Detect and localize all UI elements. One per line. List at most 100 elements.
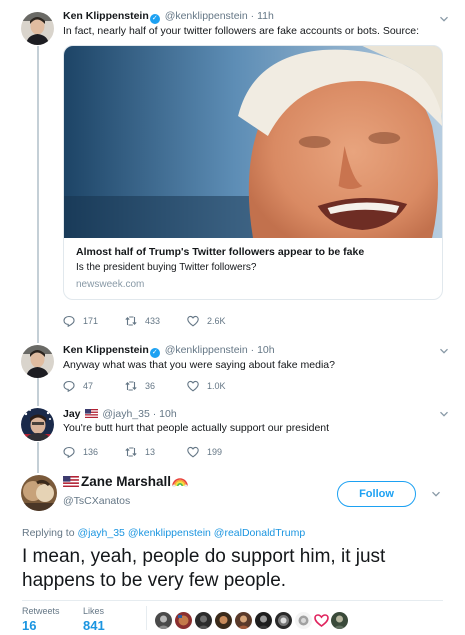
retweets-label: Retweets xyxy=(22,606,60,616)
retweet-count: 433 xyxy=(145,316,161,326)
card-title: Almost half of Trump's Twitter followers… xyxy=(76,246,365,258)
tweet-text: In fact, nearly half of your twitter fol… xyxy=(63,25,420,37)
card-description: Is the president buying Twitter follower… xyxy=(76,262,257,273)
author-handle[interactable]: @kenklippenstein xyxy=(165,10,248,22)
author-handle[interactable]: @jayh_35 xyxy=(102,408,149,420)
tweet-actions: 171 433 2.6K xyxy=(63,315,249,327)
tweet-text: Anyway what was that you were saying abo… xyxy=(63,359,335,371)
likes-stat[interactable]: Likes 841 xyxy=(83,606,105,634)
liker-avatar[interactable] xyxy=(215,612,232,629)
chevron-down-icon[interactable] xyxy=(439,409,449,419)
rainbow-icon xyxy=(172,478,188,488)
follow-button[interactable]: Follow xyxy=(337,481,416,507)
like-count: 2.6K xyxy=(207,316,226,326)
chevron-down-icon[interactable] xyxy=(439,346,449,356)
tweet-actions: 136 13 199 xyxy=(63,446,249,458)
likes-count: 841 xyxy=(83,618,105,633)
like-action[interactable]: 199 xyxy=(187,446,249,458)
verified-badge-icon: ✓ xyxy=(149,348,160,358)
thread-line xyxy=(37,378,39,406)
retweet-icon xyxy=(125,316,137,326)
liker-avatar[interactable] xyxy=(295,612,312,629)
separator: · xyxy=(149,408,160,420)
liker-avatar[interactable] xyxy=(155,612,172,629)
mention-link[interactable]: @jayh_35 xyxy=(77,527,124,539)
retweet-count: 36 xyxy=(145,381,156,391)
verified-badge-icon: ✓ xyxy=(149,14,160,24)
likes-label: Likes xyxy=(83,606,105,616)
avatar[interactable] xyxy=(21,475,57,511)
thread-line xyxy=(37,442,39,473)
liker-avatar[interactable] xyxy=(175,612,192,629)
retweet-action[interactable]: 13 xyxy=(125,446,187,458)
reply-count: 171 xyxy=(83,316,99,326)
author-name[interactable]: Jay xyxy=(63,408,81,420)
reply-action[interactable]: 47 xyxy=(63,380,125,392)
reply-action[interactable]: 136 xyxy=(63,446,125,458)
tweet-text: I mean, yeah, people do support him, it … xyxy=(22,546,386,591)
author-name[interactable]: Ken Klippenstein xyxy=(63,10,149,22)
liker-avatar[interactable] xyxy=(331,612,348,629)
thread-line xyxy=(37,46,39,343)
like-icon xyxy=(187,446,199,458)
replying-to: Replying to @jayh_35 @kenklippenstein @r… xyxy=(22,527,305,539)
author-handle[interactable]: @kenklippenstein xyxy=(165,344,248,356)
liker-avatar[interactable] xyxy=(235,612,252,629)
liker-avatar[interactable] xyxy=(275,612,292,629)
reply-icon xyxy=(63,315,75,327)
retweet-icon xyxy=(125,447,137,457)
tweet[interactable]: Ken Klippenstein ✓ @kenklippenstein · 11h… xyxy=(63,10,437,38)
retweet-action[interactable]: 433 xyxy=(125,315,187,327)
mention-link[interactable]: @kenklippenstein xyxy=(128,527,211,539)
timestamp[interactable]: 10h xyxy=(257,344,275,356)
us-flag-icon xyxy=(63,476,79,487)
liker-avatar[interactable] xyxy=(313,612,330,629)
like-icon xyxy=(187,380,199,392)
author-name-text: Zane Marshall xyxy=(81,474,172,489)
retweet-count: 13 xyxy=(145,447,156,457)
tweet-header: Jay @jayh_35 · 10h xyxy=(63,408,437,421)
author-name[interactable]: Zane Marshall xyxy=(63,474,188,489)
liker-avatar[interactable] xyxy=(255,612,272,629)
reply-icon xyxy=(63,446,75,458)
liker-avatar[interactable] xyxy=(195,612,212,629)
card-text: Almost half of Trump's Twitter followers… xyxy=(76,245,432,292)
reply-icon xyxy=(63,380,75,392)
tweet-text: You're butt hurt that people actually su… xyxy=(63,422,330,434)
reply-count: 47 xyxy=(83,381,94,391)
reply-count: 136 xyxy=(83,447,99,457)
avatar[interactable] xyxy=(21,12,54,45)
retweets-stat[interactable]: Retweets 16 xyxy=(22,606,60,634)
reply-action[interactable]: 171 xyxy=(63,315,125,327)
divider xyxy=(22,600,443,601)
card-domain: newsweek.com xyxy=(76,279,145,290)
chevron-down-icon[interactable] xyxy=(439,14,449,24)
like-icon xyxy=(187,315,199,327)
separator: · xyxy=(247,344,258,356)
timestamp[interactable]: 10h xyxy=(159,408,177,420)
retweet-icon xyxy=(125,381,137,391)
separator: · xyxy=(247,10,258,22)
timestamp[interactable]: 11h xyxy=(257,10,274,22)
divider xyxy=(146,606,147,630)
tweet-header: Ken Klippenstein ✓ @kenklippenstein · 10h xyxy=(63,344,437,358)
avatar[interactable] xyxy=(21,408,54,441)
us-flag-icon xyxy=(85,409,99,418)
tweet[interactable]: Jay @jayh_35 · 10h You're butt hurt that… xyxy=(63,408,437,435)
tweet[interactable]: Ken Klippenstein ✓ @kenklippenstein · 10h… xyxy=(63,344,437,372)
avatar[interactable] xyxy=(21,345,54,378)
link-card[interactable]: Almost half of Trump's Twitter followers… xyxy=(63,45,443,300)
retweets-count: 16 xyxy=(22,618,37,633)
tweet-actions: 47 36 1.0K xyxy=(63,380,249,392)
like-action[interactable]: 1.0K xyxy=(187,380,249,392)
replying-to-label: Replying to xyxy=(22,527,75,539)
chevron-down-icon[interactable] xyxy=(431,489,441,499)
like-action[interactable]: 2.6K xyxy=(187,315,249,327)
tweet-header: Ken Klippenstein ✓ @kenklippenstein · 11h xyxy=(63,10,437,24)
retweet-action[interactable]: 36 xyxy=(125,380,187,392)
author-handle[interactable]: @TsCXanatos xyxy=(63,495,130,507)
mention-link[interactable]: @realDonaldTrump xyxy=(214,527,305,539)
like-count: 199 xyxy=(207,447,223,457)
author-name[interactable]: Ken Klippenstein xyxy=(63,344,149,356)
like-count: 1.0K xyxy=(207,381,226,391)
